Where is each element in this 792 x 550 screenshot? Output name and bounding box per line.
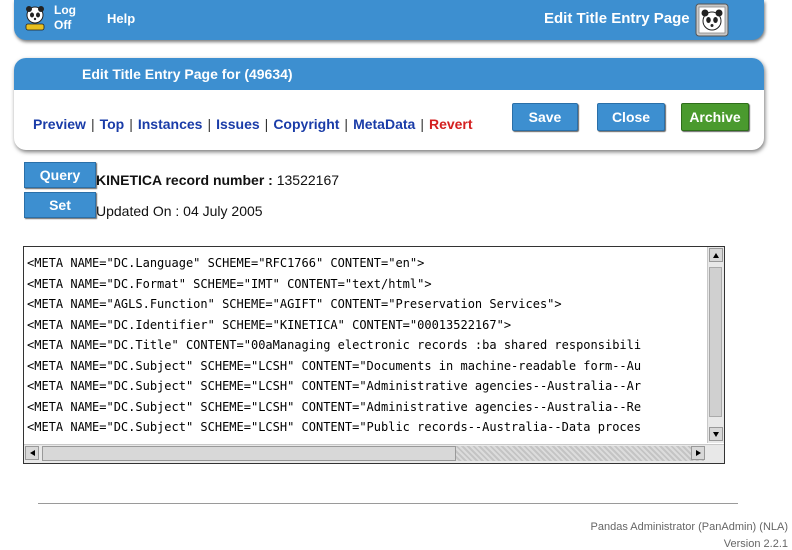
- footer-divider: [38, 503, 738, 504]
- arrow-down-icon: [713, 432, 719, 437]
- close-button[interactable]: Close: [597, 103, 665, 131]
- help-link[interactable]: Help: [107, 11, 135, 26]
- record-number-value: 13522167: [276, 172, 340, 188]
- query-button[interactable]: Query: [24, 162, 96, 188]
- metadata-text[interactable]: <META NAME="DC.Language" SCHEME="RFC1766…: [27, 253, 710, 439]
- archive-button[interactable]: Archive: [681, 103, 749, 131]
- nav-separator: |: [264, 116, 269, 132]
- nav-instances[interactable]: Instances: [138, 116, 203, 132]
- horizontal-scroll-thumb[interactable]: [42, 446, 456, 461]
- nav-separator: |: [420, 116, 424, 132]
- nav-metadata[interactable]: MetaData: [353, 116, 415, 132]
- scroll-down-button[interactable]: [709, 427, 723, 441]
- panel-nav: Preview | Top | Instances | Issues | Copyright | M…: [33, 116, 473, 132]
- nav-copyright[interactable]: Copyright: [273, 116, 339, 132]
- scroll-up-button[interactable]: [709, 248, 723, 262]
- nav-issues[interactable]: Issues: [216, 116, 260, 132]
- arrow-right-icon: [696, 450, 701, 456]
- horizontal-scrollbar[interactable]: [24, 444, 724, 463]
- panel-header: Edit Title Entry Page for (49634): [14, 58, 764, 90]
- scroll-right-button[interactable]: [691, 446, 705, 460]
- save-button[interactable]: Save: [512, 103, 578, 131]
- top-bar: Log Off Help Edit Title Entry Page: [14, 0, 764, 40]
- logoff-line1: Log: [54, 3, 76, 17]
- scroll-track[interactable]: [456, 446, 704, 461]
- vertical-scroll-thumb[interactable]: [709, 267, 722, 417]
- edit-panel: Edit Title Entry Page for (49634) Previe…: [14, 58, 764, 150]
- panda-icon[interactable]: [24, 5, 46, 31]
- nav-separator: |: [129, 116, 133, 132]
- arrow-left-icon: [30, 450, 35, 456]
- logoff-link[interactable]: Log Off: [54, 3, 76, 33]
- footer-app-name: Pandas Administrator (PanAdmin) (NLA): [590, 521, 788, 533]
- nav-top[interactable]: Top: [100, 116, 125, 132]
- metadata-textarea[interactable]: <META NAME="DC.Language" SCHEME="RFC1766…: [23, 246, 725, 464]
- footer-version: Version 2.2.1: [723, 538, 788, 550]
- arrow-up-icon: [713, 253, 719, 258]
- record-number-label: KINETICA record number :: [96, 172, 273, 188]
- nav-separator: |: [90, 116, 95, 132]
- nav-separator: |: [207, 116, 212, 132]
- nav-preview[interactable]: Preview: [33, 116, 86, 132]
- nav-separator: |: [344, 116, 349, 132]
- panda-monitor-icon: [695, 3, 729, 37]
- vertical-scrollbar[interactable]: [707, 247, 724, 443]
- updated-on-text: Updated On : 04 July 2005: [96, 203, 263, 219]
- logoff-line2: Off: [54, 18, 72, 32]
- scroll-left-button[interactable]: [25, 446, 39, 460]
- page-title: Edit Title Entry Page: [544, 10, 690, 27]
- record-number-line: KINETICA record number : 13522167: [96, 172, 339, 188]
- set-button[interactable]: Set: [24, 192, 96, 218]
- nav-revert[interactable]: Revert: [429, 116, 473, 132]
